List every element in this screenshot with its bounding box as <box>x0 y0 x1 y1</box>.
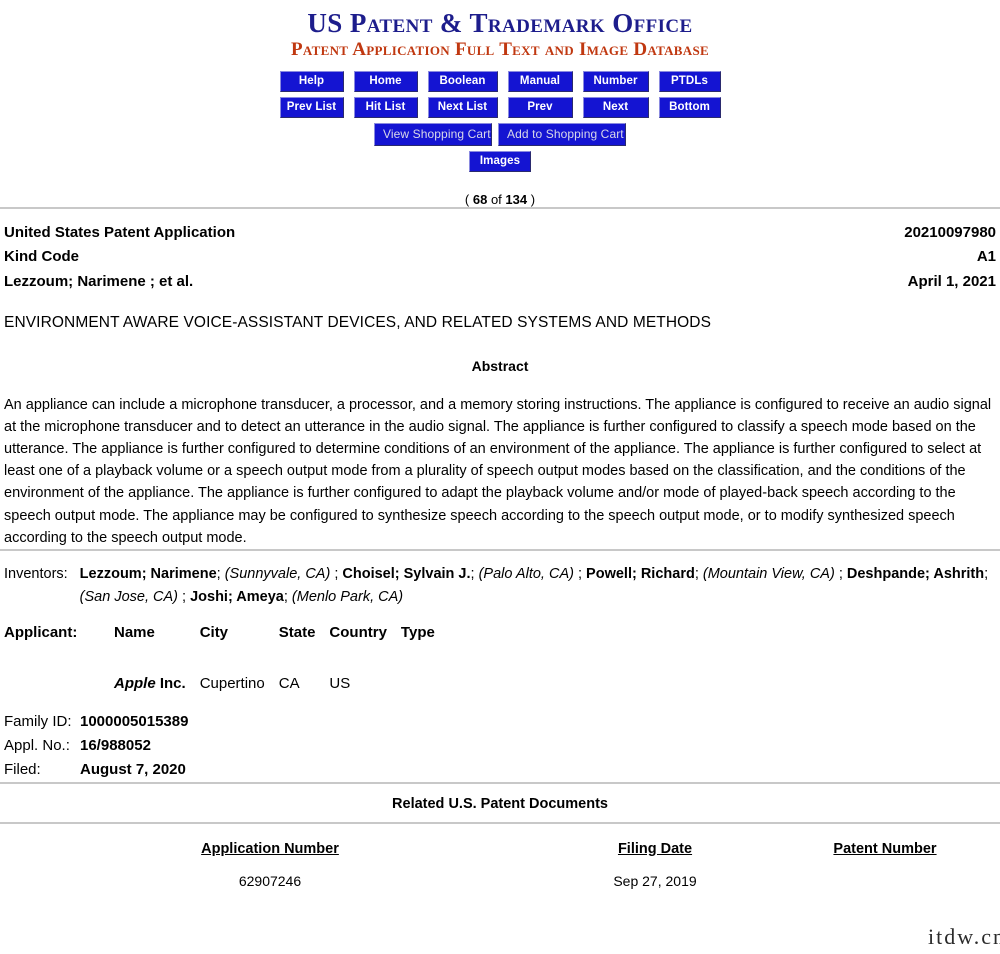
table-row: Apple Inc. Cupertino CA US <box>114 641 449 692</box>
applicant-country: US <box>329 674 351 692</box>
masthead-subtitle: Patent Application Full Text and Image D… <box>291 39 709 61</box>
toolbar-row-primary: Help Home Boolean Manual Number PTDLs <box>0 71 1000 93</box>
publication-number: 20210097980 <box>904 224 996 242</box>
prev-button[interactable]: Prev <box>507 97 573 119</box>
number-button[interactable]: Number <box>582 71 649 93</box>
meta-row-family-id: Family ID: 1000005015389 <box>4 710 996 734</box>
table-row: 62907246 Sep 27, 2019 <box>0 865 1000 890</box>
record-counter-close-paren: ) <box>530 192 536 208</box>
masthead: US Patent & Trademark Office Patent Appl… <box>0 0 1000 62</box>
applicant-column-state: State <box>278 623 316 641</box>
identification-row-application: United States Patent Application 2021009… <box>4 221 996 245</box>
home-button[interactable]: Home <box>353 71 418 93</box>
applicant-entity-suffix: Inc. <box>155 674 186 692</box>
toolbar-row-navigation: Prev List Hit List Next List Prev Next B… <box>0 97 1000 119</box>
prev-list-button[interactable]: Prev List <box>279 97 344 119</box>
primary-inventor-name: Lezzoum; Narimene ; et al. <box>4 272 194 290</box>
toolbar-row-images: Images <box>0 151 1000 173</box>
applicant-name: Apple Inc. <box>114 641 200 692</box>
bottom-button[interactable]: Bottom <box>658 97 721 119</box>
abstract-text: An appliance can include a microphone tr… <box>4 397 992 546</box>
divider-above-identification <box>0 207 1000 210</box>
help-button[interactable]: Help <box>279 71 344 93</box>
related-application-number: 62907246 <box>238 872 302 889</box>
ptdls-button[interactable]: PTDLs <box>658 71 721 93</box>
manual-button[interactable]: Manual <box>507 71 573 93</box>
inventor-location: (San Jose, CA) <box>79 589 178 606</box>
record-counter-open-paren: ( <box>464 192 470 208</box>
abstract-heading: Abstract <box>471 358 529 375</box>
toolbar-row-cart: View Shopping Cart Add to Shopping Cart <box>0 123 1000 147</box>
inventor-location: (Mountain View, CA) <box>702 565 835 582</box>
inventor-name: Powell; Richard <box>586 565 695 582</box>
appl-no-value: 16/988052 <box>80 736 151 754</box>
divider-above-inventors <box>0 548 1000 551</box>
record-counter-of: of <box>490 192 502 208</box>
family-id-label: Family ID: <box>4 712 72 730</box>
inventors-list: Lezzoum; Narimene; (Sunnyvale, CA) ; Cho… <box>79 565 989 606</box>
meta-row-filed: Filed: August 7, 2020 <box>4 758 996 782</box>
applicant-column-type: Type <box>400 623 435 641</box>
inventor-name: Joshi; Ameya <box>190 589 284 606</box>
identification-row-kind-code: Kind Code A1 <box>4 245 996 269</box>
kind-code-value: A1 <box>976 248 996 266</box>
record-counter: ( 68 of 134 ) <box>0 192 1000 207</box>
add-to-shopping-cart-button[interactable]: Add to Shopping Cart <box>498 123 626 147</box>
related-column-application-number: Application Number <box>201 840 339 857</box>
boolean-button[interactable]: Boolean <box>427 71 498 93</box>
applicant-column-city: City <box>199 623 229 641</box>
divider-above-related-heading <box>0 781 1000 784</box>
next-button[interactable]: Next <box>582 97 649 119</box>
related-column-patent-number: Patent Number <box>833 840 937 857</box>
record-counter-current: 68 <box>472 192 488 208</box>
page-title: ENVIRONMENT AWARE VOICE-ASSISTANT DEVICE… <box>4 314 712 332</box>
inventor-name: Choisel; Sylvain J. <box>342 565 471 582</box>
family-id-value: 1000005015389 <box>80 712 189 730</box>
related-documents-heading: Related U.S. Patent Documents <box>392 795 608 812</box>
hit-list-button[interactable]: Hit List <box>353 97 418 119</box>
identification-row-inventor-date: Lezzoum; Narimene ; et al. April 1, 2021 <box>4 270 996 294</box>
inventors-label: Inventors: <box>4 565 68 582</box>
applicant-table-header-row: Name City State Country Type <box>114 624 449 641</box>
applicant-section: Applicant: Name City State Country Type … <box>0 624 1000 692</box>
related-table-header-row: Application Number Filing Date Patent Nu… <box>0 840 1000 865</box>
publication-date: April 1, 2021 <box>907 272 996 290</box>
watermark: itdw.cn <box>928 924 1000 949</box>
applicant-column-country: Country <box>329 623 387 641</box>
application-type-label: United States Patent Application <box>4 224 236 242</box>
meta-row-appl-no: Appl. No.: 16/988052 <box>4 734 996 758</box>
inventors-section: Inventors: Lezzoum; Narimene; (Sunnyvale… <box>0 563 1000 610</box>
applicant-table: Name City State Country Type Apple Inc. … <box>114 624 449 692</box>
inventor-location: (Menlo Park, CA) <box>291 589 404 606</box>
inventor-location: (Sunnyvale, CA) <box>224 565 331 582</box>
appl-no-label: Appl. No.: <box>4 736 70 754</box>
applicant-brand: Apple <box>114 674 156 692</box>
applicant-state: CA <box>278 674 300 692</box>
applicant-column-name: Name <box>114 623 155 641</box>
meta-block: Family ID: 1000005015389 Appl. No.: 16/9… <box>0 710 1000 782</box>
related-patent-number <box>770 865 1000 890</box>
record-counter-total: 134 <box>505 192 528 208</box>
related-documents-table: Application Number Filing Date Patent Nu… <box>0 840 1000 890</box>
applicant-type <box>401 641 449 692</box>
applicant-city: Cupertino <box>199 674 265 692</box>
images-button[interactable]: Images <box>469 151 531 173</box>
identification-block: United States Patent Application 2021009… <box>0 221 1000 294</box>
masthead-title: US Patent & Trademark Office <box>307 8 693 38</box>
divider-below-related-heading <box>0 821 1000 824</box>
inventor-name: Deshpande; Ashrith <box>846 565 985 582</box>
applicant-label: Applicant: <box>4 623 78 641</box>
next-list-button[interactable]: Next List <box>427 97 498 119</box>
filed-label: Filed: <box>4 760 41 778</box>
inventor-location: (Palo Alto, CA) <box>478 565 574 582</box>
related-filing-date: Sep 27, 2019 <box>613 872 697 889</box>
kind-code-label: Kind Code <box>4 248 79 266</box>
inventor-name: Lezzoum; Narimene <box>79 565 217 582</box>
filed-value: August 7, 2020 <box>80 760 186 778</box>
view-shopping-cart-button[interactable]: View Shopping Cart <box>374 123 492 147</box>
related-column-filing-date: Filing Date <box>617 840 693 857</box>
